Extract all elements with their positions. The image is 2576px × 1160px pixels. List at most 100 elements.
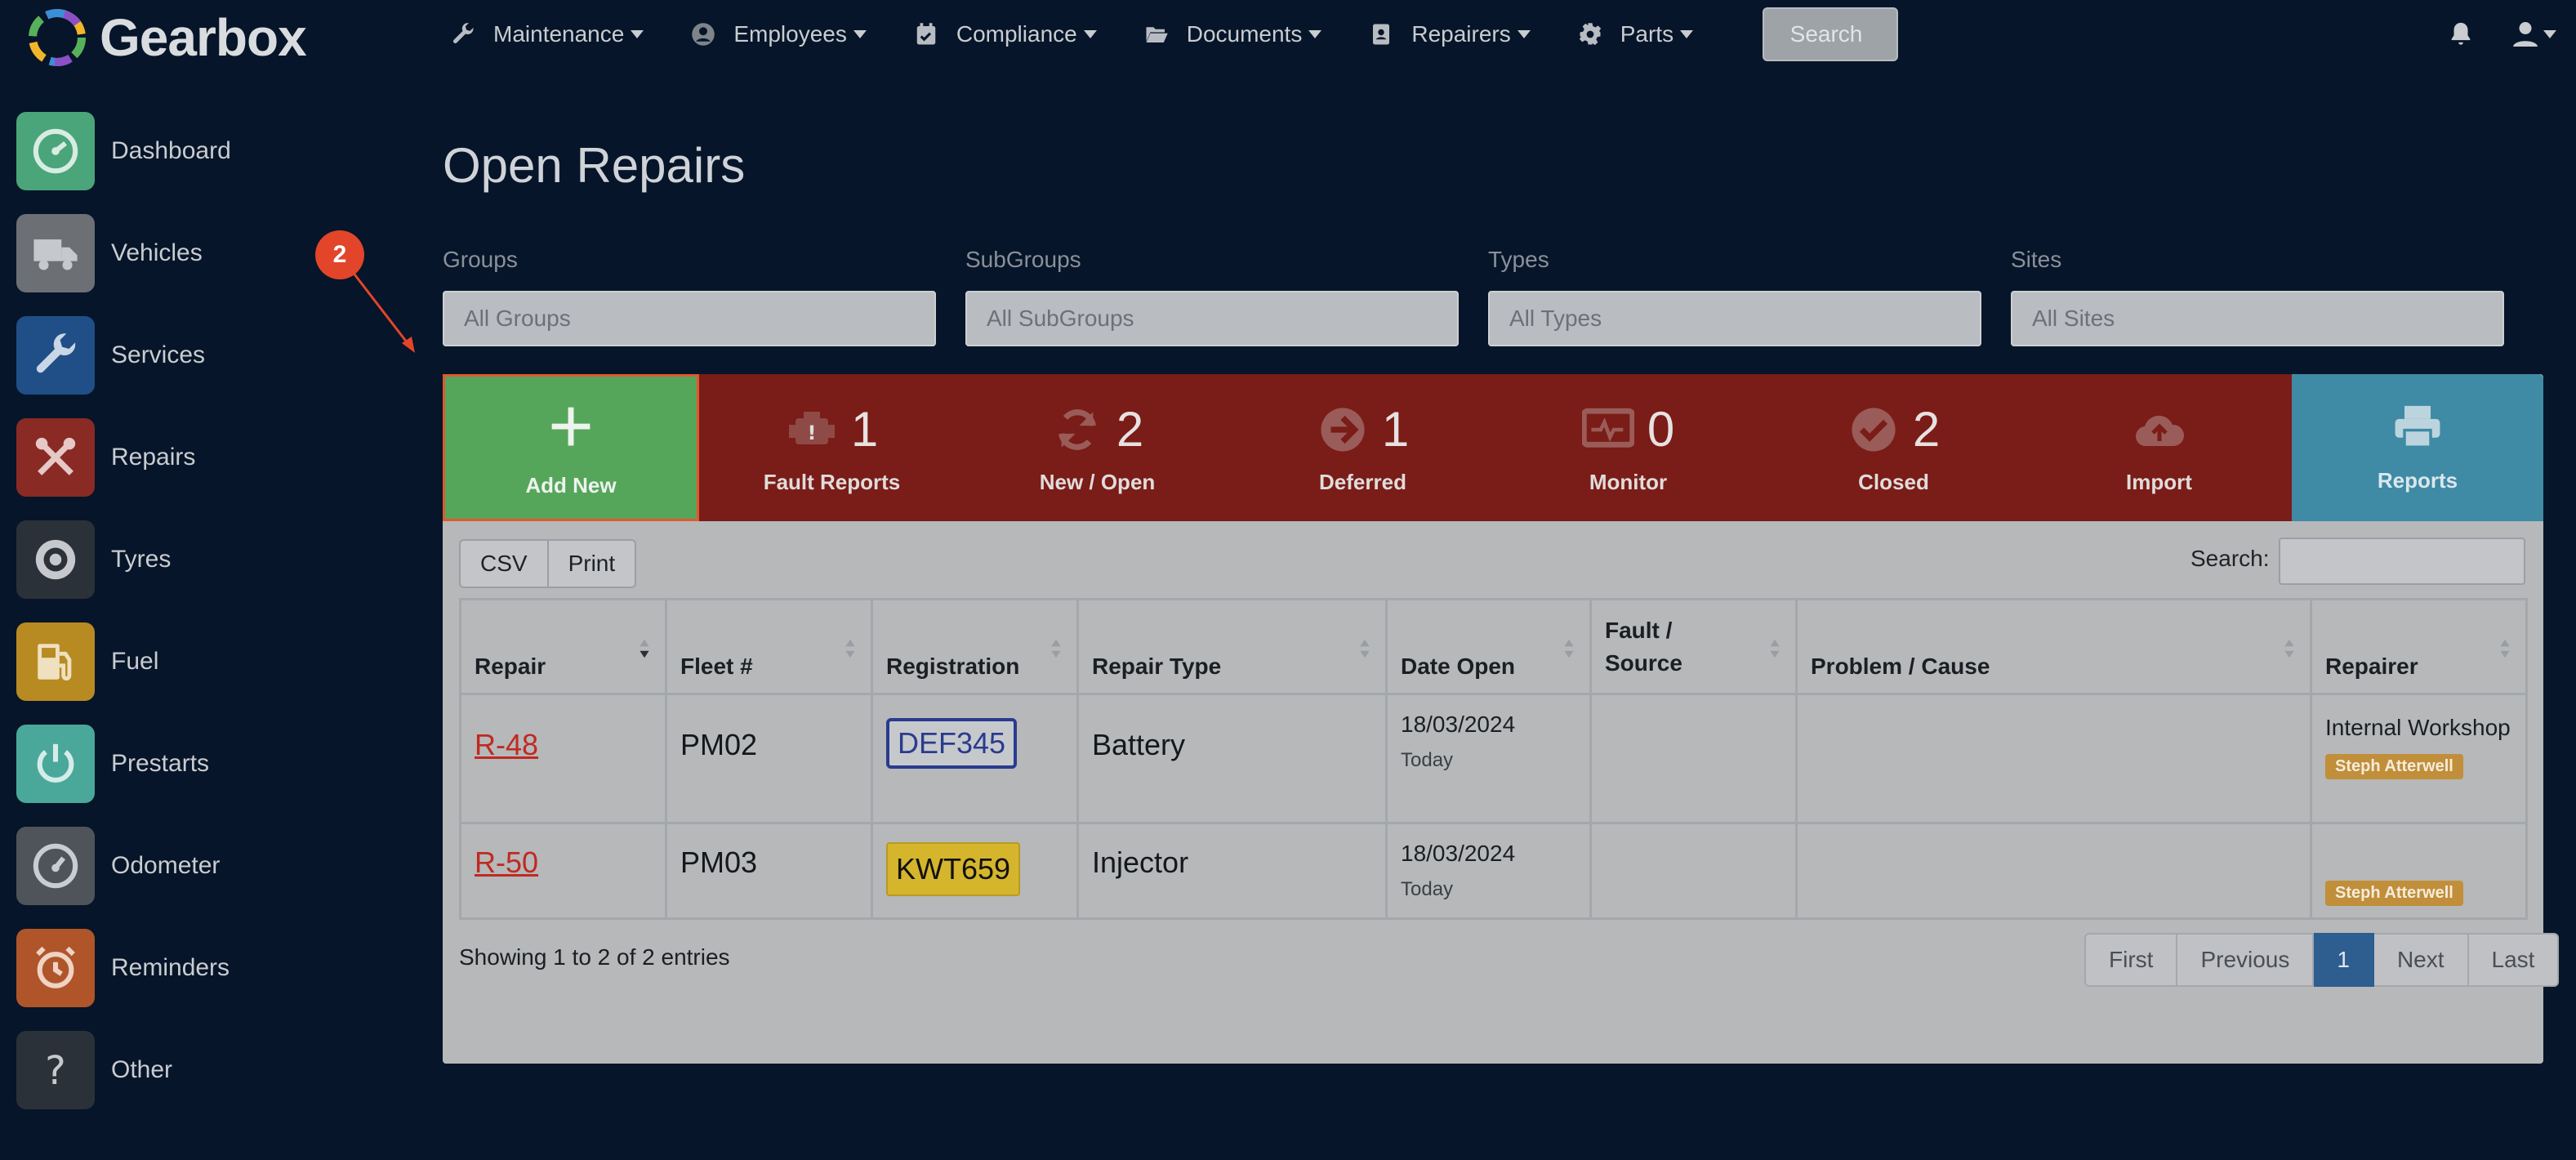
tile-import[interactable]: Import: [2026, 374, 2292, 521]
tile-deferred[interactable]: 1 Deferred: [1230, 374, 1495, 521]
alarm-clock-icon: [16, 928, 95, 1007]
column-header-label: Repair Type: [1092, 654, 1222, 679]
date-open: 18/03/2024: [1401, 712, 1516, 737]
reports-button[interactable]: Reports: [2292, 374, 2543, 521]
sidebar-item-prestarts[interactable]: Prestarts: [16, 712, 376, 814]
chevron-down-icon: [1083, 30, 1097, 38]
chevron-down-icon: [2543, 30, 2556, 38]
pager-next[interactable]: Next: [2373, 933, 2469, 987]
reports-label: Reports: [2377, 467, 2458, 493]
pager-page-1[interactable]: 1: [2314, 933, 2374, 987]
sites-select[interactable]: All Sites: [2011, 291, 2504, 346]
registration-plate[interactable]: KWT659: [886, 842, 1021, 896]
svg-text:!: !: [807, 422, 816, 444]
folder-open-icon: [1146, 27, 1168, 42]
gauge-icon: [16, 826, 95, 905]
top-navigation: Maintenance Employees Compliance Documen…: [451, 0, 1740, 69]
column-header-date-open[interactable]: Date Open: [1385, 598, 1592, 695]
pager-first[interactable]: First: [2084, 933, 2178, 987]
sidebar-item-repairs[interactable]: Repairs: [16, 406, 376, 508]
column-header-label: Repair: [475, 654, 546, 679]
sidebar-item-odometer[interactable]: Odometer: [16, 814, 376, 917]
date-open: 18/03/2024: [1401, 841, 1516, 866]
pager-last[interactable]: Last: [2468, 933, 2560, 987]
tile-new-open[interactable]: 2 New / Open: [965, 374, 1230, 521]
new-open-label: New / Open: [1039, 469, 1156, 494]
sidebar-item-label: Dashboard: [111, 136, 231, 164]
nav-parts[interactable]: Parts: [1578, 21, 1694, 47]
nav-maintenance-label: Maintenance: [493, 21, 625, 47]
app-name: Gearbox: [100, 8, 307, 67]
question-icon: ?: [16, 1030, 95, 1109]
column-header-problem-cause[interactable]: Problem / Cause: [1795, 598, 2312, 695]
address-book-icon: [1373, 24, 1390, 45]
sidebar-item-tyres[interactable]: Tyres: [16, 508, 376, 610]
deferred-label: Deferred: [1319, 469, 1406, 494]
sidebar-item-fuel[interactable]: Fuel: [16, 610, 376, 712]
pager-previous[interactable]: Previous: [2177, 933, 2315, 987]
nav-documents[interactable]: Documents: [1144, 21, 1322, 47]
sidebar-item-dashboard[interactable]: Dashboard: [16, 100, 376, 202]
engine-warning-icon: !: [788, 411, 835, 444]
groups-select[interactable]: All Groups: [443, 291, 936, 346]
column-header-fault-source[interactable]: Fault / Source: [1589, 598, 1798, 695]
nav-compliance[interactable]: Compliance: [914, 21, 1097, 47]
sidebar-item-reminders[interactable]: Reminders: [16, 917, 376, 1019]
nav-repairers[interactable]: Repairers: [1369, 21, 1531, 47]
filter-subgroups: SubGroups All SubGroups: [965, 247, 1459, 346]
new-open-count: 2: [1116, 402, 1144, 457]
app-logo[interactable]: Gearbox: [25, 5, 307, 70]
status-tiles: ! 1 Fault Reports 2 New / Open 1 Deferre…: [699, 374, 2292, 521]
sort-icon: [1564, 639, 1574, 658]
column-header-registration[interactable]: Registration: [871, 598, 1079, 695]
repairs-table: Repair Fleet # Registration Repair Type …: [459, 598, 2528, 920]
filter-groups-label: Groups: [443, 247, 518, 272]
calendar-check-icon: [916, 23, 936, 45]
printer-icon: [2395, 405, 2440, 448]
date-open-cell: 18/03/2024 Today: [1385, 693, 1592, 824]
fault-reports-count: 1: [850, 402, 879, 457]
person-icon: [692, 23, 715, 46]
table-search-input[interactable]: [2279, 538, 2525, 585]
column-header-repair-type[interactable]: Repair Type: [1076, 598, 1388, 695]
import-label: Import: [2126, 469, 2192, 494]
table-search-label: Search:: [2190, 546, 2270, 571]
filter-sites: Sites All Sites: [2011, 247, 2504, 346]
sort-icon: [1770, 639, 1780, 658]
page-title: Open Repairs: [443, 138, 746, 193]
tile-fault-reports[interactable]: ! 1 Fault Reports: [699, 374, 965, 521]
sidebar-item-other[interactable]: ? Other: [16, 1019, 376, 1121]
subgroups-select[interactable]: All SubGroups: [965, 291, 1459, 346]
column-header-repair[interactable]: Repair: [459, 598, 667, 695]
sort-desc-icon: [640, 639, 649, 658]
bell-icon[interactable]: [2447, 20, 2475, 49]
tile-monitor[interactable]: 0 Monitor: [1495, 374, 1761, 521]
chevron-down-icon: [1308, 30, 1322, 38]
global-search-label: Search: [1789, 21, 1863, 47]
sidebar-item-label: Vehicles: [111, 239, 203, 266]
power-icon: [16, 724, 95, 803]
sort-icon: [2284, 639, 2294, 658]
repair-link[interactable]: R-48: [475, 728, 538, 762]
fleet-cell: PM02: [665, 693, 873, 824]
chevron-down-icon: [1680, 30, 1694, 38]
svg-text:?: ?: [45, 1047, 66, 1093]
global-search-button[interactable]: Search: [1763, 7, 1898, 61]
print-button[interactable]: Print: [548, 539, 637, 588]
types-select[interactable]: All Types: [1488, 291, 1981, 346]
filter-subgroups-label: SubGroups: [965, 247, 1081, 272]
repair-cell: R-50: [459, 822, 667, 920]
sidebar-item-services[interactable]: Services: [16, 304, 376, 406]
repair-link[interactable]: R-50: [475, 845, 538, 880]
add-new-label: Add New: [525, 472, 617, 497]
registration-plate[interactable]: DEF345: [886, 718, 1018, 769]
nav-maintenance[interactable]: Maintenance: [451, 21, 644, 47]
add-new-button[interactable]: + Add New: [443, 374, 699, 521]
user-menu[interactable]: [2511, 18, 2560, 51]
nav-employees[interactable]: Employees: [691, 21, 867, 47]
csv-button[interactable]: CSV: [459, 539, 549, 588]
column-header-fleet[interactable]: Fleet #: [665, 598, 873, 695]
repairer-cell: Internal Workshop Steph Atterwell: [2310, 693, 2528, 824]
column-header-repairer[interactable]: Repairer: [2310, 598, 2528, 695]
tile-closed[interactable]: 2 Closed: [1761, 374, 2026, 521]
